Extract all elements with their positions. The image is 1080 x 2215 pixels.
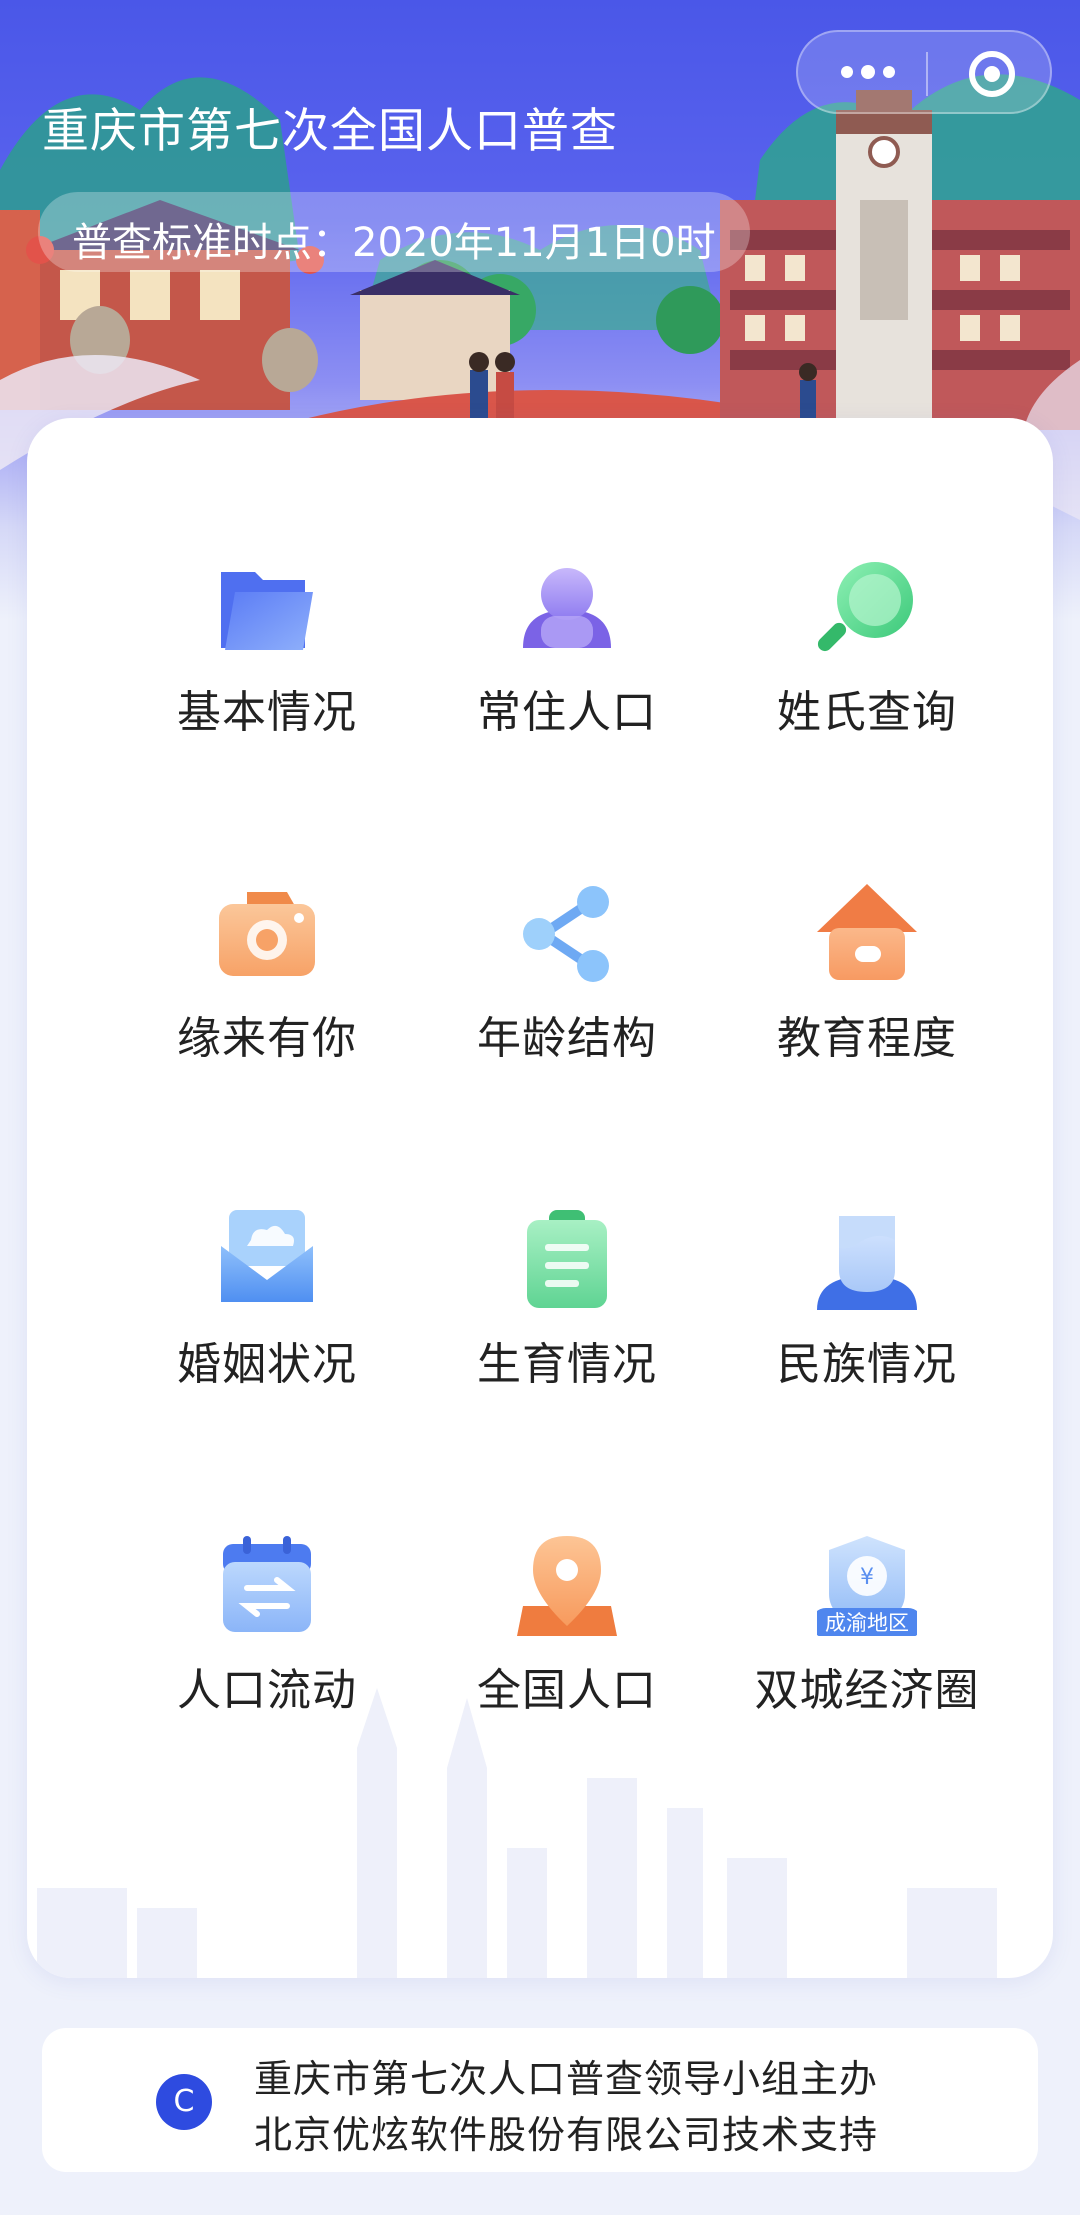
menu-item-national[interactable]: 全国人口 — [417, 1536, 717, 1756]
person-icon — [523, 568, 611, 648]
menu-item-ethnicity[interactable]: 民族情况 — [717, 1210, 1017, 1430]
feature-card: 基本情况 常住人口 姓氏查询 缘来有你 年龄结构 教育程度 婚姻状况 生育情况 … — [27, 418, 1053, 1978]
census-date-label: 普查标准时点：2020年11月1日0时 — [72, 220, 716, 266]
menu-item-surname[interactable]: 姓氏查询 — [717, 558, 1017, 778]
organizer-text: 重庆市第七次人口普查领导小组主办 — [254, 2057, 879, 2101]
menu-item-fertility[interactable]: 生育情况 — [417, 1210, 717, 1430]
menu-item-label: 教育程度 — [777, 1013, 957, 1064]
page-title: 重庆市第七次全国人口普查 — [42, 104, 618, 159]
menu-item-basic[interactable]: 基本情况 — [117, 558, 417, 778]
menu-item-label: 婚姻状况 — [177, 1339, 357, 1390]
census-date-pill: 普查标准时点：2020年11月1日0时 — [38, 192, 750, 272]
menu-item-label: 生育情况 — [477, 1339, 657, 1390]
menu-item-label: 常住人口 — [477, 687, 657, 738]
menu-item-age[interactable]: 年龄结构 — [417, 884, 717, 1104]
svg-text:¥: ¥ — [860, 1565, 874, 1590]
twin-city-badge: 成渝地区 — [825, 1611, 909, 1635]
camera-icon — [219, 892, 315, 976]
location-pin-icon — [517, 1536, 617, 1636]
miniprogram-capsule — [796, 30, 1052, 114]
user-bust-icon — [817, 1216, 917, 1310]
menu-item-resident[interactable]: 常住人口 — [417, 558, 717, 778]
yuan-shield-icon: ¥ 成渝地区 — [817, 1536, 917, 1636]
menu-item-label: 姓氏查询 — [777, 687, 957, 738]
menu-item-twin-city[interactable]: ¥ 成渝地区 双城经济圈 — [717, 1536, 1017, 1756]
envelope-icon — [221, 1210, 313, 1302]
menu-item-label: 人口流动 — [177, 1665, 357, 1716]
calendar-transfer-icon — [223, 1536, 311, 1632]
share-icon — [523, 886, 609, 982]
more-dots-icon[interactable] — [828, 32, 908, 112]
menu-item-label: 民族情况 — [777, 1339, 957, 1390]
menu-item-label: 双城经济圈 — [754, 1665, 980, 1716]
miniprogram-close-icon[interactable] — [968, 50, 1016, 98]
feature-grid: 基本情况 常住人口 姓氏查询 缘来有你 年龄结构 教育程度 婚姻状况 生育情况 … — [27, 418, 1053, 1818]
menu-item-migration[interactable]: 人口流动 — [117, 1536, 417, 1756]
menu-item-label: 缘来有你 — [177, 1013, 357, 1064]
clipboard-icon — [527, 1210, 607, 1308]
menu-item-marriage[interactable]: 婚姻状况 — [117, 1210, 417, 1430]
tech-support-text: 北京优炫软件股份有限公司技术支持 — [254, 2113, 879, 2157]
menu-item-label: 基本情况 — [177, 687, 357, 738]
sponsor-logo-icon: C — [156, 2074, 212, 2130]
capsule-divider — [926, 52, 928, 96]
menu-item-education[interactable]: 教育程度 — [717, 884, 1017, 1104]
folder-icon — [221, 572, 313, 650]
magnifier-icon — [817, 562, 913, 652]
menu-item-destiny[interactable]: 缘来有你 — [117, 884, 417, 1104]
menu-item-label: 全国人口 — [477, 1665, 657, 1716]
menu-item-label: 年龄结构 — [477, 1013, 657, 1064]
house-icon — [817, 884, 917, 980]
sponsor-footer: C 重庆市第七次人口普查领导小组主办 北京优炫软件股份有限公司技术支持 — [42, 2028, 1038, 2172]
